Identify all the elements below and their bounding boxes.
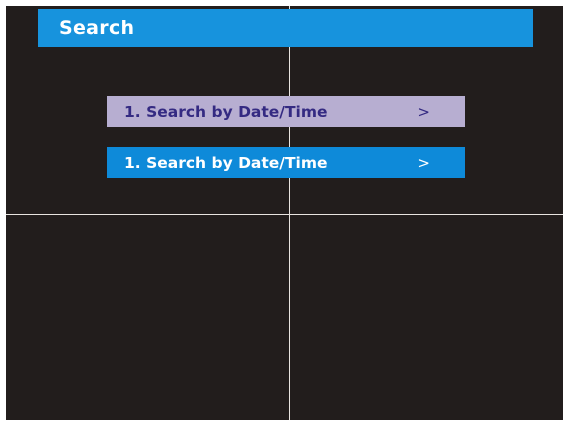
quad-divider-vertical (289, 6, 290, 420)
menu-item-label: 1. Search by Date/Time (124, 153, 328, 172)
page-title: Search (59, 17, 135, 39)
chevron-right-icon: > (417, 102, 430, 121)
menu-item-search-by-date-time-selected[interactable]: 1. Search by Date/Time > (107, 147, 465, 178)
chevron-right-icon: > (417, 153, 430, 172)
header-bar: Search (38, 9, 533, 47)
menu-item-label: 1. Search by Date/Time (124, 102, 328, 121)
menu-item-search-by-date-time[interactable]: 1. Search by Date/Time > (107, 96, 465, 127)
quad-divider-horizontal (6, 214, 563, 215)
dvr-screen: Search 1. Search by Date/Time > 1. Searc… (6, 6, 563, 420)
